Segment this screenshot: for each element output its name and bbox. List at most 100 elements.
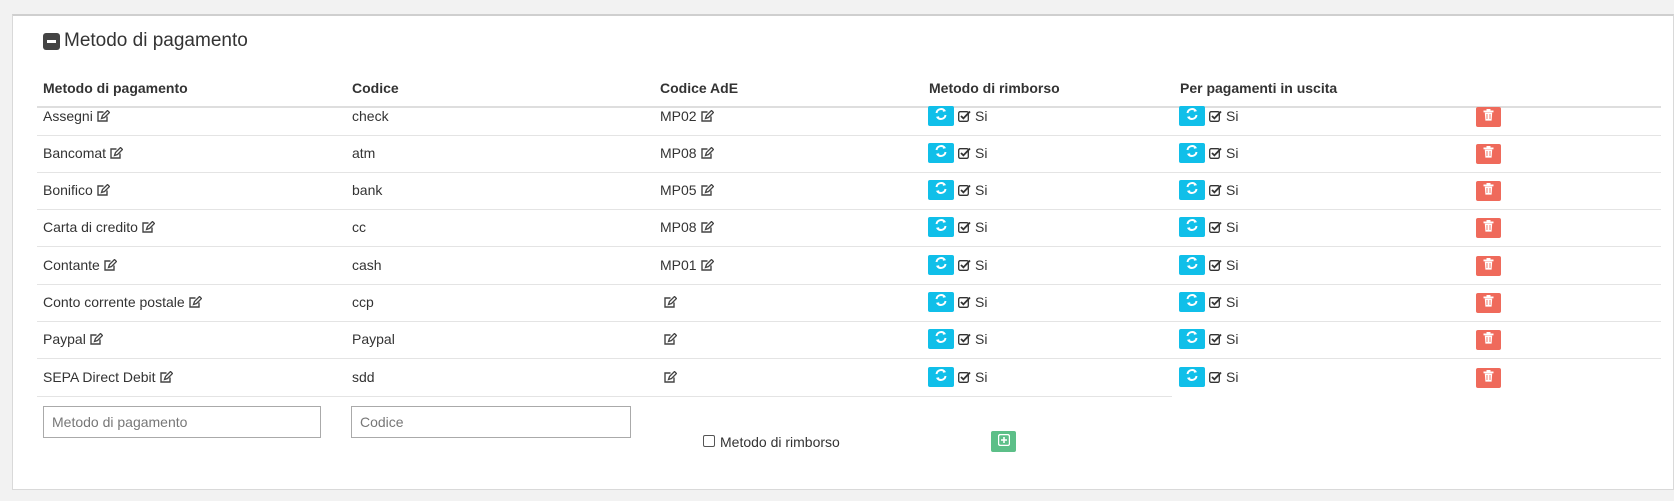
edit-icon[interactable] [103,258,117,272]
metodo-cell: Paypal [43,330,103,348]
row-divider [37,321,1661,322]
codice-cell: check [352,107,389,125]
delete-button[interactable] [1476,107,1501,127]
rimborso-status: Si [958,368,987,386]
edit-icon[interactable] [700,220,714,234]
check-square-icon [1209,221,1222,233]
uscita-value: Si [1226,294,1239,310]
uscita-status: Si [1209,181,1238,199]
edit-icon[interactable] [700,146,714,160]
codice-ade-value: MP05 [660,182,697,198]
toggle-uscita-button[interactable] [1179,292,1205,312]
refresh-icon [934,107,948,126]
toggle-uscita-button[interactable] [1179,255,1205,275]
metodo-cell: Bancomat [43,144,124,162]
edit-icon[interactable] [663,295,677,309]
codice-ade-value: MP08 [660,219,697,235]
codice-value: check [352,108,389,124]
toggle-rimborso-button[interactable] [928,292,954,312]
metodo-cell: SEPA Direct Debit [43,368,173,386]
uscita-status: Si [1209,218,1238,236]
edit-icon[interactable] [96,109,110,123]
edit-icon[interactable] [96,183,110,197]
codice-cell: sdd [352,368,375,386]
delete-button[interactable] [1476,218,1501,238]
rimborso-value: Si [975,294,988,310]
rimborso-value: Si [975,369,988,385]
uscita-value: Si [1226,145,1239,161]
edit-icon[interactable] [159,370,173,384]
codice-value: cash [352,257,382,273]
toggle-uscita-button[interactable] [1179,180,1205,200]
edit-icon[interactable] [109,146,124,160]
toggle-uscita-button[interactable] [1179,143,1205,163]
toggle-uscita-button[interactable] [1179,367,1205,387]
metodo-name: Bancomat [43,145,107,161]
new-codice-input[interactable] [351,406,631,438]
row-divider [37,358,1661,359]
check-square-icon [1209,147,1222,159]
rimborso-status: Si [958,256,987,274]
uscita-status: Si [1209,107,1238,125]
header-divider [37,106,1661,108]
new-rimborso-checkbox[interactable] [703,435,715,447]
delete-button[interactable] [1476,256,1501,276]
delete-button[interactable] [1476,330,1501,350]
toggle-rimborso-button[interactable] [928,143,954,163]
check-square-icon [958,110,971,122]
panel-header[interactable]: Metodo di pagamento [43,26,248,56]
check-square-icon [1209,259,1222,271]
trash-icon [1483,108,1494,126]
trash-icon [1483,219,1494,237]
edit-icon[interactable] [141,220,155,234]
delete-button[interactable] [1476,144,1501,164]
edit-icon[interactable] [700,183,714,197]
trash-icon [1483,182,1494,200]
toggle-rimborso-button[interactable] [928,217,954,237]
add-button[interactable] [991,431,1016,452]
rimborso-status: Si [958,330,987,348]
toggle-rimborso-button[interactable] [928,367,954,387]
minus-square-icon[interactable] [43,32,60,50]
toggle-uscita-button[interactable] [1179,217,1205,237]
refresh-icon [1185,330,1199,349]
delete-button[interactable] [1476,293,1501,313]
trash-icon [1483,145,1494,163]
delete-button[interactable] [1476,181,1501,201]
codice-value: cc [352,219,366,235]
metodo-name: Paypal [43,331,86,347]
uscita-value: Si [1226,108,1239,124]
edit-icon[interactable] [89,332,103,346]
toggle-rimborso-button[interactable] [928,180,954,200]
edit-icon[interactable] [188,295,202,309]
toggle-uscita-button[interactable] [1179,329,1205,349]
row-divider [37,396,1172,397]
uscita-status: Si [1209,144,1238,162]
edit-icon[interactable] [700,109,714,123]
codice-value: ccp [352,294,374,310]
rimborso-value: Si [975,108,988,124]
new-metodo-input[interactable] [43,406,321,438]
rimborso-value: Si [975,257,988,273]
refresh-icon [1185,293,1199,312]
edit-icon[interactable] [663,332,677,346]
metodo-name: Bonifico [43,182,93,198]
edit-icon[interactable] [700,258,714,272]
toggle-uscita-button[interactable] [1179,106,1205,126]
uscita-value: Si [1226,257,1239,273]
refresh-icon [934,181,948,200]
toggle-rimborso-button[interactable] [928,106,954,126]
metodo-name: Carta di credito [43,219,138,235]
codice-ade-cell [660,368,677,386]
check-square-icon [1209,371,1222,383]
trash-icon [1483,294,1494,312]
codice-ade-value: MP02 [660,108,697,124]
codice-ade-cell: MP01 [660,256,714,274]
header-rimborso: Metodo di rimborso [929,80,1060,96]
row-divider [37,246,1661,247]
toggle-rimborso-button[interactable] [928,329,954,349]
delete-button[interactable] [1476,368,1501,388]
toggle-rimborso-button[interactable] [928,255,954,275]
metodo-name: Assegni [43,108,93,124]
edit-icon[interactable] [663,370,677,384]
